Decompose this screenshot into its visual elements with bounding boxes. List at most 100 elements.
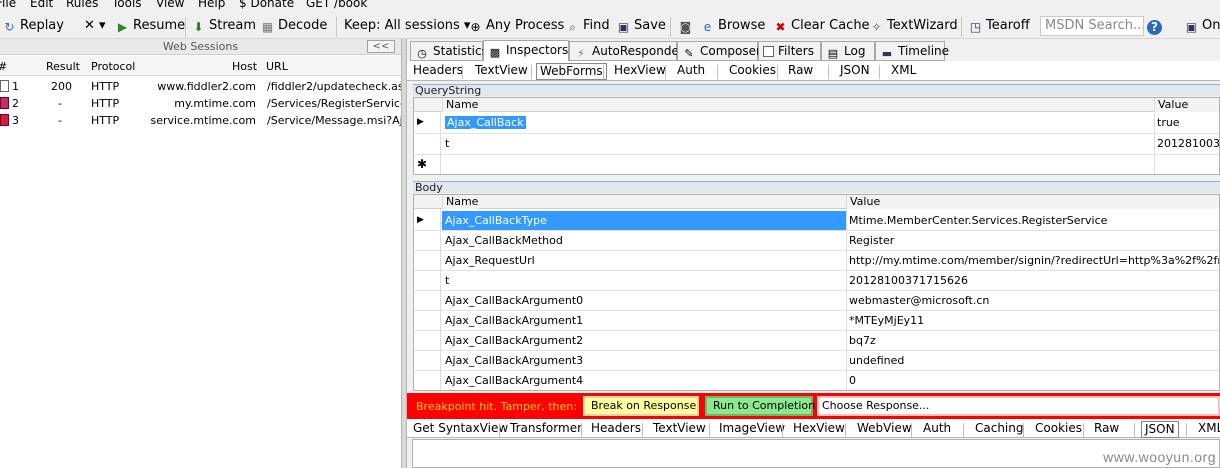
tab-filters[interactable]: Filters	[758, 41, 821, 61]
body-row-value[interactable]: http://my.mtime.com/member/signin/?redir…	[846, 251, 1219, 270]
col-num[interactable]: #	[0, 60, 7, 73]
browse-button[interactable]: e Browse	[700, 17, 766, 35]
body-row-value[interactable]: *MTEyMjEy11	[846, 311, 1219, 330]
body-row-name[interactable]: Ajax_CallBackArgument2	[442, 331, 846, 350]
col-url[interactable]: URL	[266, 60, 288, 73]
msdn-search-input[interactable]: MSDN Search...	[1040, 16, 1144, 36]
body-row-value[interactable]: 20128100371715626	[846, 271, 1219, 290]
session-row[interactable]: 3 - HTTP service.mtime.com /Service/Mess…	[0, 112, 401, 129]
qs-row-name[interactable]: Ajax_CallBack	[442, 113, 1154, 132]
body-row-name[interactable]: Ajax_CallBackArgument3	[442, 351, 846, 370]
resp-tab-caching[interactable]: Caching	[975, 421, 1024, 438]
any-process-button[interactable]: ⊕ Any Process	[468, 17, 564, 35]
req-tab-webforms[interactable]: WebForms	[536, 63, 607, 80]
help-icon: ?	[1147, 20, 1162, 35]
inspect-icon: ▩	[489, 46, 501, 59]
resp-tab-xml[interactable]: XML	[1198, 421, 1220, 438]
menu-view[interactable]: View	[156, 0, 184, 10]
body-row-name[interactable]: Ajax_CallBackMethod	[442, 231, 846, 250]
body-row-name[interactable]: Ajax_CallBackArgument0	[442, 291, 846, 310]
run-to-completion-button[interactable]: Run to Completion	[705, 396, 815, 416]
find-button[interactable]: ⌕ Find	[565, 17, 610, 35]
qs-row-value[interactable]: true	[1154, 113, 1219, 132]
clear-cache-icon: ✖	[775, 20, 786, 34]
qs-row-name[interactable]: t	[442, 134, 1154, 153]
req-tab-json[interactable]: JSON	[840, 63, 870, 80]
body-row-value[interactable]: Register	[846, 231, 1219, 250]
choose-response-dropdown[interactable]: Choose Response...	[817, 396, 1220, 416]
body-grid: Name Value ▶ Ajax_CallBackType Mtime.Mem…	[413, 194, 1220, 391]
menu-edit[interactable]: Edit	[30, 0, 53, 10]
menu-help[interactable]: Help	[198, 0, 225, 10]
resp-tab-headers[interactable]: Headers	[591, 421, 641, 438]
req-tab-textview[interactable]: TextView	[475, 63, 528, 80]
menu-tools[interactable]: Tools	[112, 0, 142, 10]
req-tab-headers[interactable]: Headers	[413, 63, 463, 80]
body-row-value[interactable]: webmaster@microsoft.cn	[846, 291, 1219, 310]
body-row-value[interactable]: undefined	[846, 351, 1219, 370]
resp-tab-cookies[interactable]: Cookies	[1035, 421, 1082, 438]
save-button[interactable]: ▣ Save	[616, 17, 666, 35]
collapse-button[interactable]: <<	[367, 40, 395, 53]
body-col-name[interactable]: Name	[442, 195, 479, 209]
stream-button[interactable]: ⬇ Stream	[191, 17, 256, 35]
camera-button[interactable]: ◙	[678, 17, 696, 35]
session-host: my.mtime.com	[174, 97, 256, 110]
resp-tab-syntaxview[interactable]: Get SyntaxView	[413, 421, 508, 438]
body-row-value[interactable]: 0	[846, 371, 1219, 390]
resp-tab-transformer[interactable]: Transformer	[510, 421, 582, 438]
session-row[interactable]: 2 - HTTP my.mtime.com /Services/Register…	[0, 95, 401, 112]
separator	[828, 65, 829, 79]
req-tab-xml[interactable]: XML	[891, 63, 916, 80]
body-row-value[interactable]: bq7z	[846, 331, 1219, 350]
resume-button[interactable]: ▶ Resume	[115, 17, 185, 35]
body-row-name[interactable]: Ajax_CallBackArgument4	[442, 371, 846, 390]
menu-rules[interactable]: Rules	[66, 0, 98, 10]
resp-tab-json[interactable]: JSON	[1141, 421, 1179, 438]
tearoff-button[interactable]: ◳ Tearoff	[968, 17, 1030, 35]
resp-tab-raw[interactable]: Raw	[1094, 421, 1119, 438]
tab-inspectors[interactable]: ▩ Inspectors	[483, 40, 569, 61]
req-tab-raw[interactable]: Raw	[788, 63, 813, 80]
menu-file[interactable]: File	[0, 0, 16, 10]
session-row[interactable]: 1 200 HTTP www.fiddler2.com /fiddler2/up…	[0, 78, 401, 95]
tab-autoresponder[interactable]: ⚡ AutoResponder	[569, 41, 684, 61]
body-row-name[interactable]: Ajax_CallBackArgument1	[442, 311, 846, 330]
help-button[interactable]: ?	[1147, 17, 1165, 35]
menu-get-book[interactable]: GET /book	[306, 0, 367, 10]
remove-button[interactable]: ✕ ▾	[84, 17, 106, 35]
keep-sessions-dropdown[interactable]: Keep: All sessions ▾	[344, 17, 470, 35]
col-host[interactable]: Host	[232, 60, 257, 73]
body-row-name[interactable]: t	[442, 271, 846, 290]
resp-tab-auth[interactable]: Auth	[923, 421, 951, 438]
body-row-name[interactable]: Ajax_CallBackType	[442, 211, 846, 230]
req-tab-cookies[interactable]: Cookies	[729, 63, 776, 80]
break-on-response-button[interactable]: Break on Response	[583, 396, 699, 416]
decode-button[interactable]: ▦ Decode	[260, 17, 328, 35]
col-result[interactable]: Result	[46, 60, 80, 73]
textwizard-button[interactable]: ✧ TextWizard	[869, 17, 957, 35]
tab-statistics[interactable]: ◷ Statistics	[410, 41, 488, 61]
replay-button[interactable]: ↻ Replay	[2, 17, 64, 35]
body-row-name[interactable]: Ajax_RequestUrl	[442, 251, 846, 270]
page-icon	[0, 80, 12, 93]
qs-col-name[interactable]: Name	[442, 98, 479, 112]
qs-col-value[interactable]: Value	[1154, 98, 1219, 112]
resp-tab-hexview[interactable]: HexView	[793, 421, 845, 438]
qs-row-value[interactable]: 20128100371	[1154, 134, 1219, 153]
body-row-value[interactable]: Mtime.MemberCenter.Services.RegisterServ…	[846, 211, 1219, 230]
tab-log[interactable]: ▤ Log	[821, 41, 875, 61]
tab-composer[interactable]: ✎ Composer	[677, 41, 761, 61]
online-button[interactable]: ▣ On	[1184, 17, 1220, 35]
resp-tab-webview[interactable]: WebView	[857, 421, 912, 438]
tab-timeline[interactable]: ▬ Timeline	[875, 41, 949, 61]
clear-cache-button[interactable]: ✖ Clear Cache	[773, 17, 869, 35]
req-tab-auth[interactable]: Auth	[677, 63, 705, 80]
body-col-value[interactable]: Value	[846, 195, 1219, 209]
resp-tab-textview[interactable]: TextView	[653, 421, 706, 438]
req-tab-hexview[interactable]: HexView	[614, 63, 666, 80]
response-view-pane[interactable]	[412, 439, 1220, 468]
menu-donate[interactable]: $ Donate	[239, 0, 294, 10]
col-protocol[interactable]: Protocol	[91, 60, 135, 73]
resp-tab-imageview[interactable]: ImageView	[719, 421, 785, 438]
